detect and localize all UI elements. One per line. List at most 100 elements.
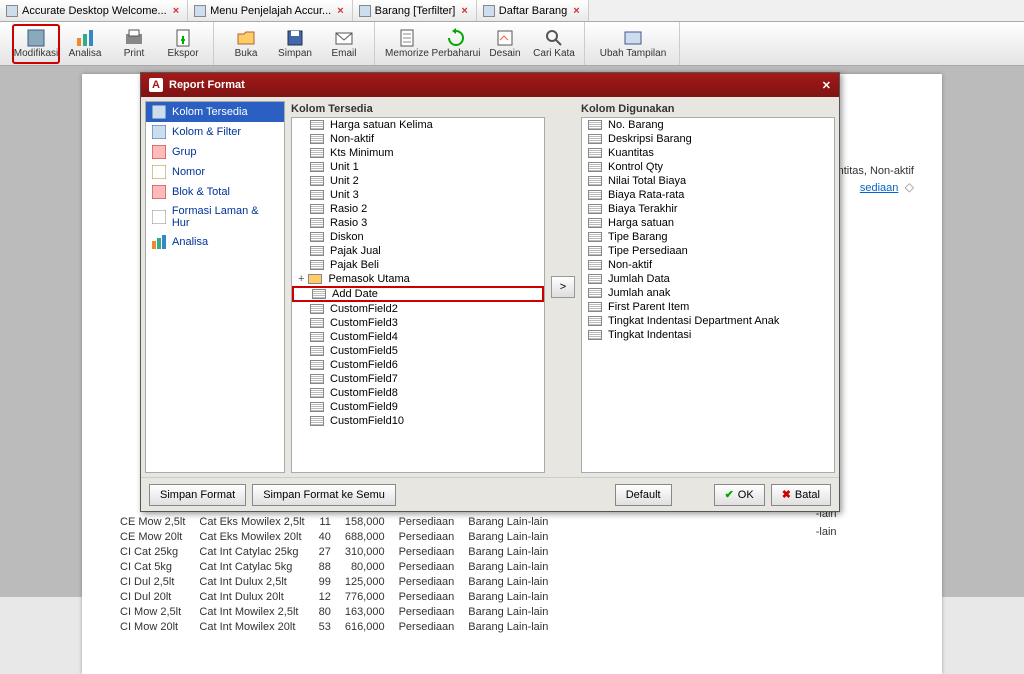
- default-button[interactable]: Default: [615, 484, 672, 506]
- list-item[interactable]: Pajak Beli: [292, 258, 544, 272]
- number-icon: [152, 165, 166, 179]
- list-item[interactable]: CustomField8: [292, 386, 544, 400]
- background-table: CE Mow 2,5ltCat Eks Mowilex 2,5lt11158,0…: [118, 514, 562, 636]
- email-icon: [334, 28, 354, 48]
- dialog-sidebar: Kolom Tersedia Kolom & Filter Grup Nomor…: [145, 101, 285, 473]
- list-item-pemasok-utama[interactable]: Pemasok Utama: [292, 272, 544, 286]
- simpan-format-button[interactable]: Simpan Format: [149, 484, 246, 506]
- close-icon[interactable]: ×: [571, 5, 581, 17]
- list-item[interactable]: Harga satuan: [582, 216, 834, 230]
- perbaharui-button[interactable]: Perbaharui: [432, 24, 480, 64]
- list-item[interactable]: CustomField9: [292, 400, 544, 414]
- used-columns-label: Kolom Digunakan: [581, 101, 835, 117]
- memorize-button[interactable]: Memorize: [383, 24, 431, 64]
- tab-menu[interactable]: Menu Penjelajah Accur...×: [188, 0, 353, 21]
- list-item[interactable]: Diskon: [292, 230, 544, 244]
- list-item[interactable]: CustomField7: [292, 372, 544, 386]
- email-button[interactable]: Email: [320, 24, 368, 64]
- list-item[interactable]: Non-aktif: [582, 258, 834, 272]
- list-item[interactable]: Unit 3: [292, 188, 544, 202]
- field-icon: [310, 402, 324, 412]
- list-item[interactable]: CustomField10: [292, 414, 544, 428]
- table-row: CI Mow 20ltCat Int Mowilex 20lt53616,000…: [120, 621, 560, 634]
- print-icon: [124, 28, 144, 48]
- list-item[interactable]: Biaya Terakhir: [582, 202, 834, 216]
- close-icon[interactable]: ×: [171, 5, 181, 17]
- list-item[interactable]: Kts Minimum: [292, 146, 544, 160]
- close-icon[interactable]: ×: [459, 5, 469, 17]
- simpan-format-semua-button[interactable]: Simpan Format ke Semu: [252, 484, 396, 506]
- table-row: CE Mow 2,5ltCat Eks Mowilex 2,5lt11158,0…: [120, 516, 560, 529]
- meta-link[interactable]: sediaan: [860, 182, 899, 194]
- list-item[interactable]: Nilai Total Biaya: [582, 174, 834, 188]
- list-item[interactable]: CustomField6: [292, 358, 544, 372]
- tab-icon: [483, 5, 495, 17]
- sidebar-item-analisa[interactable]: Analisa: [146, 232, 284, 252]
- close-icon[interactable]: ×: [335, 5, 345, 17]
- list-item[interactable]: Tipe Persediaan: [582, 244, 834, 258]
- dialog-title: Report Format: [169, 79, 245, 91]
- list-item-add-date[interactable]: Add Date: [292, 286, 544, 302]
- sidebar-item-blok-total[interactable]: Blok & Total: [146, 182, 284, 202]
- simpan-button[interactable]: Simpan: [271, 24, 319, 64]
- field-icon: [588, 218, 602, 228]
- buka-button[interactable]: Buka: [222, 24, 270, 64]
- sidebar-item-grup[interactable]: Grup: [146, 142, 284, 162]
- list-item[interactable]: Unit 2: [292, 174, 544, 188]
- sidebar-item-kolom-filter[interactable]: Kolom & Filter: [146, 122, 284, 142]
- move-right-button[interactable]: >: [551, 276, 575, 298]
- field-icon: [310, 218, 324, 228]
- diamond-icon: ◇: [901, 180, 914, 194]
- batal-button[interactable]: ✖Batal: [771, 484, 831, 506]
- check-icon: ✔: [725, 488, 734, 501]
- list-item[interactable]: Tingkat Indentasi: [582, 328, 834, 342]
- tab-barang-filter[interactable]: Barang [Terfilter]×: [353, 0, 477, 21]
- ok-button[interactable]: ✔OK: [714, 484, 765, 506]
- list-item[interactable]: Jumlah anak: [582, 286, 834, 300]
- analisa-button[interactable]: Analisa: [61, 24, 109, 64]
- list-item[interactable]: Tipe Barang: [582, 230, 834, 244]
- list-item[interactable]: Unit 1: [292, 160, 544, 174]
- cari-kata-button[interactable]: Cari Kata: [530, 24, 578, 64]
- tab-daftar-barang[interactable]: Daftar Barang×: [477, 0, 589, 21]
- list-item[interactable]: CustomField3: [292, 316, 544, 330]
- list-item[interactable]: CustomField4: [292, 330, 544, 344]
- dialog-titlebar[interactable]: A Report Format ✕: [141, 73, 839, 97]
- available-columns-list[interactable]: Harga satuan Kelima Non-aktif Kts Minimu…: [291, 117, 545, 473]
- sidebar-item-kolom-tersedia[interactable]: Kolom Tersedia: [146, 102, 284, 122]
- page-icon: [152, 210, 166, 224]
- list-item[interactable]: CustomField2: [292, 302, 544, 316]
- list-item[interactable]: Rasio 2: [292, 202, 544, 216]
- field-icon: [310, 162, 324, 172]
- close-icon[interactable]: ✕: [822, 79, 831, 92]
- list-item[interactable]: Kuantitas: [582, 146, 834, 160]
- sidebar-item-formasi[interactable]: Formasi Laman & Hur: [146, 202, 284, 232]
- modifikasi-button[interactable]: Modifikasi: [12, 24, 60, 64]
- list-item[interactable]: First Parent Item: [582, 300, 834, 314]
- list-item[interactable]: Pajak Jual: [292, 244, 544, 258]
- sidebar-item-nomor[interactable]: Nomor: [146, 162, 284, 182]
- list-item[interactable]: Harga satuan Kelima: [292, 118, 544, 132]
- list-item[interactable]: Non-aktif: [292, 132, 544, 146]
- list-item[interactable]: Kontrol Qty: [582, 160, 834, 174]
- list-item[interactable]: Biaya Rata-rata: [582, 188, 834, 202]
- list-item[interactable]: Tingkat Indentasi Department Anak: [582, 314, 834, 328]
- list-item[interactable]: Rasio 3: [292, 216, 544, 230]
- field-icon: [588, 330, 602, 340]
- list-item[interactable]: Deskripsi Barang: [582, 132, 834, 146]
- tab-welcome[interactable]: Accurate Desktop Welcome...×: [0, 0, 188, 21]
- field-icon: [588, 162, 602, 172]
- used-columns-list[interactable]: No. Barang Deskripsi Barang Kuantitas Ko…: [581, 117, 835, 473]
- tab-icon: [194, 5, 206, 17]
- field-icon: [310, 318, 324, 328]
- desain-button[interactable]: Desain: [481, 24, 529, 64]
- print-button[interactable]: Print: [110, 24, 158, 64]
- list-item[interactable]: Jumlah Data: [582, 272, 834, 286]
- ekspor-button[interactable]: Ekspor: [159, 24, 207, 64]
- ubah-tampilan-button[interactable]: Ubah Tampilan: [593, 24, 673, 64]
- field-icon: [588, 232, 602, 242]
- list-item[interactable]: CustomField5: [292, 344, 544, 358]
- tab-icon: [6, 5, 18, 17]
- field-icon: [310, 260, 324, 270]
- list-item[interactable]: No. Barang: [582, 118, 834, 132]
